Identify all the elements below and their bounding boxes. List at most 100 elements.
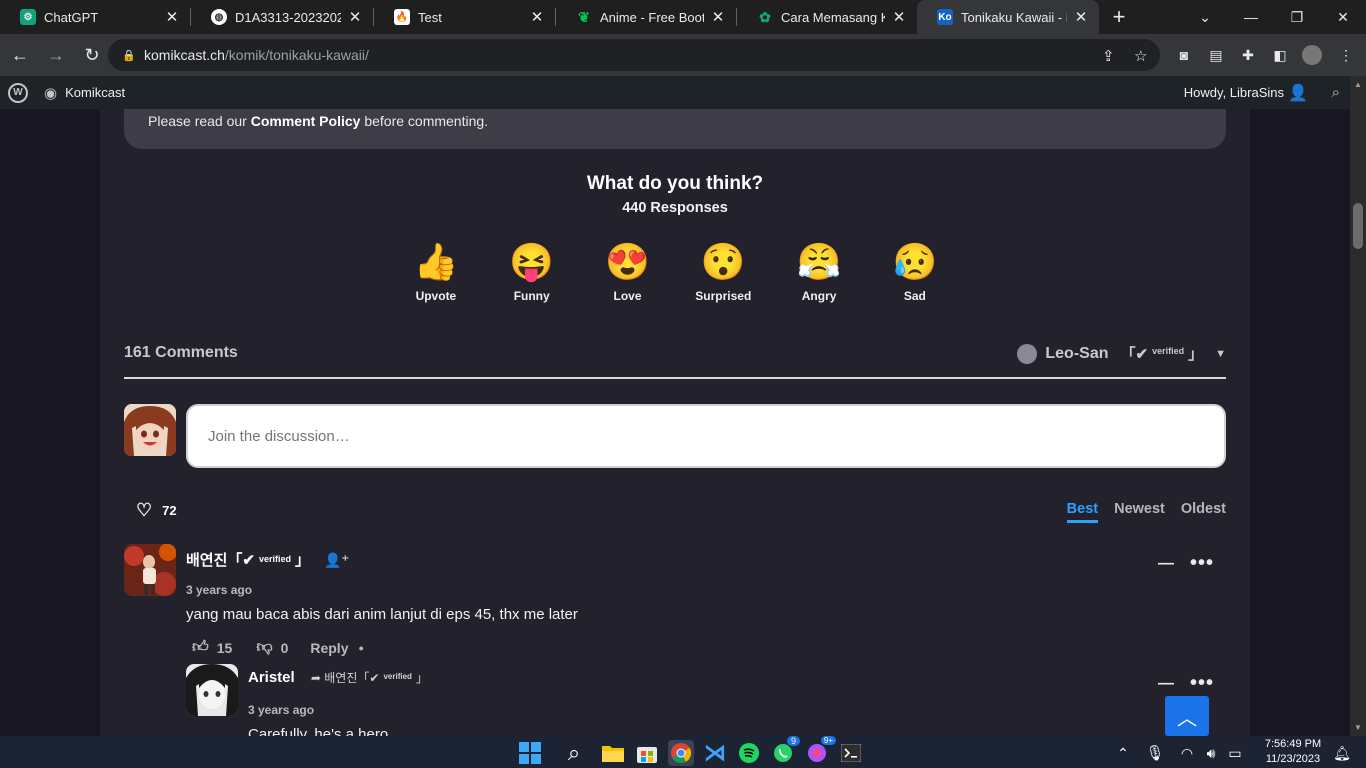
thumbs-down-icon[interactable]: 👎︎: [256, 638, 272, 657]
side-panel-icon[interactable]: ◧: [1270, 45, 1290, 65]
restore-button[interactable]: ❐: [1274, 0, 1320, 34]
terminal-icon[interactable]: [838, 740, 864, 766]
verified-bracket-open: 「✔: [1120, 346, 1149, 363]
admin-greeting[interactable]: Howdy, LibraSins: [1184, 85, 1284, 100]
komikcast-icon: Ko: [937, 9, 953, 25]
verified-bracket-close: 」: [294, 552, 310, 569]
reaction-angry[interactable]: 😤 Angry: [771, 241, 867, 304]
admin-site-name[interactable]: Komikcast: [65, 85, 125, 100]
dashboard-palette-icon: ◉: [44, 84, 58, 102]
verified-badge: verified: [1152, 345, 1185, 356]
vscode-icon[interactable]: ⋊: [702, 740, 728, 766]
forward-icon[interactable]: →: [40, 39, 72, 71]
more-options-icon[interactable]: •••: [1190, 672, 1214, 695]
tab-strip: ⚙ ChatGPT ✕ ◍ D1A3313-20232024125 ✕ 🔥 Te…: [0, 0, 1366, 34]
follow-user-icon[interactable]: 👤⁺: [324, 552, 349, 568]
tab-anime[interactable]: ❦ Anime - Free Bootstrap ✕: [556, 0, 736, 34]
chrome-icon[interactable]: [668, 740, 694, 766]
tab-cara-memasang[interactable]: ✿ Cara Memasang Komen ✕: [737, 0, 917, 34]
scroll-to-top-button[interactable]: ︿: [1165, 696, 1209, 736]
close-window-button[interactable]: ✕: [1320, 0, 1366, 34]
windows-start-icon[interactable]: [517, 740, 543, 766]
extensions-puzzle-icon[interactable]: ✚: [1238, 45, 1258, 65]
avatar[interactable]: [186, 664, 238, 716]
comment-time[interactable]: 3 years ago: [248, 703, 314, 717]
verified-bracket-close: 」: [1188, 346, 1204, 363]
bullet-separator: ●: [358, 642, 364, 653]
comment-time[interactable]: 3 years ago: [186, 583, 252, 597]
comment-author[interactable]: Aristel ➦ 배연진「✔ verified」: [248, 669, 428, 686]
reply-to[interactable]: ➦ 배연진「✔ verified」: [311, 671, 428, 685]
scroll-down-arrow-icon[interactable]: ▼: [1350, 723, 1366, 732]
discussion-input[interactable]: [186, 404, 1226, 468]
close-icon[interactable]: ✕: [1073, 8, 1089, 26]
page-scrollbar[interactable]: ▲ ▼: [1350, 76, 1366, 736]
volume-icon[interactable]: 🔊︎: [1198, 740, 1224, 766]
file-explorer-icon[interactable]: [600, 740, 626, 766]
reaction-funny[interactable]: 😝 Funny: [484, 241, 580, 304]
scrollbar-thumb[interactable]: [1353, 203, 1363, 249]
policy-text: Please read our Comment Policy before co…: [148, 113, 488, 129]
reaction-love[interactable]: 😍 Love: [580, 241, 676, 304]
wifi-icon[interactable]: ◠: [1174, 740, 1200, 766]
spotify-icon[interactable]: [736, 740, 762, 766]
bookmark-star-icon[interactable]: ☆: [1134, 47, 1147, 65]
reaction-surprised[interactable]: 😯 Surprised: [675, 241, 771, 304]
openai-icon: ⚙: [20, 9, 36, 25]
tab-tonikaku-kawaii[interactable]: Ko Tonikaku Kawaii - Kom ✕: [917, 0, 1099, 34]
user-icon[interactable]: 👤: [1288, 83, 1308, 103]
tab-test[interactable]: 🔥 Test ✕: [374, 0, 555, 34]
screenshot-extension-icon[interactable]: ◙: [1174, 45, 1194, 65]
system-clock[interactable]: 7:56:49 PM 11/23/2023: [1256, 737, 1330, 767]
sort-best[interactable]: Best: [1066, 501, 1099, 523]
tab-d1a3313[interactable]: ◍ D1A3313-20232024125 ✕: [191, 0, 373, 34]
wordpress-logo-icon[interactable]: W: [8, 82, 28, 103]
tab-chatgpt[interactable]: ⚙ ChatGPT ✕: [0, 0, 190, 34]
minimize-button[interactable]: —: [1228, 0, 1274, 34]
microphone-icon[interactable]: 🎙︎: [1142, 740, 1168, 766]
thumbs-up-icon[interactable]: 👍︎: [192, 638, 209, 657]
close-icon[interactable]: ✕: [529, 8, 545, 26]
reaction-sad[interactable]: 😥 Sad: [867, 241, 963, 304]
comment-policy-link[interactable]: Comment Policy: [251, 113, 361, 129]
messenger-icon[interactable]: 9+: [804, 736, 836, 766]
close-icon[interactable]: ✕: [347, 8, 363, 26]
search-icon[interactable]: ⌕: [1332, 84, 1340, 101]
thumbs-up-emoji-icon: 👍: [413, 241, 459, 282]
reader-extension-icon[interactable]: ▤: [1206, 45, 1226, 65]
menu-kebab-icon[interactable]: ⋮: [1336, 45, 1356, 65]
reload-icon[interactable]: ↻: [76, 39, 108, 71]
back-icon[interactable]: ←: [4, 39, 36, 71]
chevron-up-icon: ︿: [1177, 707, 1197, 730]
new-tab-button[interactable]: +: [1099, 0, 1139, 34]
comment-count: 161 Comments: [124, 344, 238, 361]
reaction-label: Funny: [513, 289, 550, 303]
address-bar[interactable]: 🔒 komikcast.ch/komik/tonikaku-kawaii/ ⇪ …: [108, 39, 1160, 71]
user-menu[interactable]: Leo-San 「✔ verified 」 ▼: [1017, 343, 1226, 364]
reaction-upvote[interactable]: 👍 Upvote: [388, 241, 484, 304]
search-icon[interactable]: ⌕: [561, 740, 587, 766]
sort-oldest[interactable]: Oldest: [1181, 501, 1226, 523]
scroll-up-arrow-icon[interactable]: ▲: [1350, 80, 1366, 89]
chevron-up-icon[interactable]: ⌃: [1110, 740, 1136, 766]
close-icon[interactable]: ✕: [164, 8, 180, 26]
collapse-icon[interactable]: —: [1158, 555, 1174, 573]
notification-bell-icon[interactable]: 🔔︎: [1329, 740, 1355, 766]
reply-button[interactable]: Reply: [310, 640, 348, 656]
tab-search-icon[interactable]: ⌄: [1182, 0, 1228, 34]
avatar[interactable]: [124, 544, 176, 596]
profile-avatar[interactable]: [1302, 45, 1322, 65]
whatsapp-icon[interactable]: 9: [770, 736, 800, 766]
globe-icon: ◍: [211, 9, 227, 25]
more-options-icon[interactable]: •••: [1190, 552, 1214, 575]
comment-author[interactable]: 배연진「✔ verified」 👤⁺: [186, 549, 349, 570]
close-icon[interactable]: ✕: [710, 8, 726, 26]
sort-newest[interactable]: Newest: [1114, 501, 1165, 523]
close-icon[interactable]: ✕: [891, 8, 907, 26]
battery-icon[interactable]: ▭: [1222, 740, 1248, 766]
share-icon[interactable]: ⇪: [1102, 47, 1115, 65]
favorite-button[interactable]: ♡ 72: [136, 500, 177, 521]
microsoft-store-icon[interactable]: [634, 740, 660, 766]
user-avatar: [1017, 343, 1038, 364]
collapse-icon[interactable]: —: [1158, 675, 1174, 693]
